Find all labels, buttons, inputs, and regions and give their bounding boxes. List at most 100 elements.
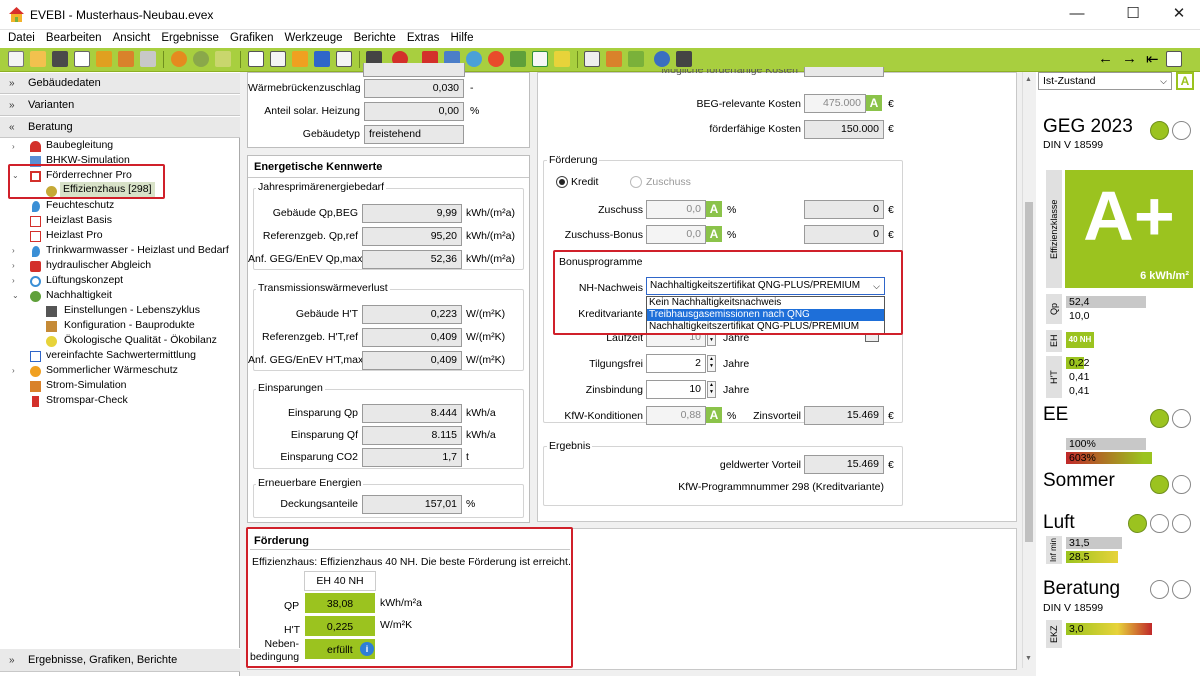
solar-value[interactable]: 0,00 [364, 102, 464, 121]
effizienzklasse-vlabel: Effizienzklasse [1046, 170, 1062, 288]
menu-datei[interactable]: Datei [4, 30, 39, 47]
zinsvorteil-value: 15.469 [804, 406, 884, 425]
waermebruecken-value[interactable]: 0,030 [364, 79, 464, 98]
ht-max-value: 0,409 [362, 351, 462, 370]
tree-item-einstellungen[interactable]: Einstellungen - Lebenszyklus [64, 303, 200, 318]
wizard-icon[interactable] [215, 51, 231, 67]
redo-icon[interactable] [193, 51, 209, 67]
sommer-title: Sommer [1043, 470, 1115, 491]
auto-a-icon[interactable]: A [706, 226, 722, 242]
zustand-dropdown[interactable]: Ist-Zustand ⌵ [1038, 72, 1172, 90]
auto-a-icon[interactable]: A [866, 95, 882, 111]
section-varianten[interactable]: » Varianten [0, 94, 240, 116]
menu-berichte[interactable]: Berichte [350, 30, 400, 47]
section-beratung[interactable]: «Beratung [0, 116, 240, 138]
gv-label: geldwerter Vorteil [719, 459, 801, 471]
minimize-button[interactable]: — [1062, 4, 1092, 24]
tree-item-sachwert[interactable]: vereinfachte Sachwertermittlung [46, 348, 196, 363]
right-summary-panel: Ist-Zustand ⌵ A GEG 2023 DIN V 18599 Effi… [1036, 72, 1200, 676]
gebaeudetyp-value[interactable]: freistehend [364, 125, 464, 144]
section-ergebnisse[interactable]: » Ergebnisse, Grafiken, Berichte [0, 648, 240, 672]
sun-icon[interactable] [488, 51, 504, 67]
help-icon[interactable] [654, 51, 670, 67]
export-icon[interactable] [96, 51, 112, 67]
zinsbindung-value[interactable]: 10 [646, 380, 706, 399]
import-icon[interactable] [118, 51, 134, 67]
close-button[interactable]: ✕ [1164, 4, 1194, 24]
tree-item-stromspar[interactable]: Stromspar-Check [46, 393, 128, 408]
eh-badge: 40 NH [1066, 332, 1094, 348]
tree-item-heizlast-basis[interactable]: Heizlast Basis [46, 213, 112, 228]
kfw-label: KfW-Konditionen [564, 410, 643, 422]
zuschuss-eur-unit: € [888, 204, 894, 216]
section-gebaeudedaten[interactable]: » Gebäudedaten [0, 72, 240, 94]
zuschuss-value[interactable]: 0,0 [646, 200, 706, 219]
tree-item-strom[interactable]: Strom-Simulation [46, 378, 127, 393]
plug-icon[interactable] [554, 51, 570, 67]
sigma-icon[interactable] [314, 51, 330, 67]
undo-icon[interactable] [171, 51, 187, 67]
grid-icon[interactable] [336, 51, 352, 67]
back-arrow-icon[interactable]: ← [1098, 50, 1113, 67]
auto-a-icon[interactable]: A [706, 407, 722, 423]
save-icon[interactable] [52, 51, 68, 67]
house-icon[interactable] [532, 51, 548, 67]
tree-item-nachhaltigkeit[interactable]: Nachhaltigkeit [46, 288, 112, 303]
tree-item-oekologisch[interactable]: Ökologische Qualität - Ökobilanz [64, 333, 217, 348]
menu-ergebnisse[interactable]: Ergebnisse [157, 30, 223, 47]
scrollbar-thumb[interactable] [1025, 202, 1033, 542]
document-icon[interactable] [248, 51, 264, 67]
tree-item-trinkwarmwasser[interactable]: Trinkwarmwasser - Heizlast und Bedarf [46, 243, 229, 258]
tilgung-value[interactable]: 2 [646, 354, 706, 373]
tools-icon [46, 306, 57, 317]
zinsbindung-spinner[interactable]: ▲ ▼ [707, 381, 716, 398]
zuschuss-radio[interactable] [630, 176, 642, 188]
window-title: EVEBI - Musterhaus-Neubau.evex [30, 8, 214, 22]
menu-ansicht[interactable]: Ansicht [109, 30, 155, 47]
settings-icon[interactable] [628, 51, 644, 67]
report-icon[interactable] [584, 51, 600, 67]
menu-bearbeiten[interactable]: Bearbeiten [42, 30, 106, 47]
auto-a-badge[interactable]: A [1176, 72, 1194, 90]
tree-item-baubegleitung[interactable]: Baubegleitung [46, 138, 113, 153]
copy-icon[interactable] [74, 51, 90, 67]
zinsbindung-label: Zinsbindung [585, 384, 643, 396]
menu-hilfe[interactable]: Hilfe [446, 30, 477, 47]
vertical-scrollbar[interactable]: ▲ ▼ [1022, 72, 1034, 668]
tree-item-feuchteschutz[interactable]: Feuchteschutz [46, 198, 114, 213]
pin-icon[interactable]: ⇤ [1146, 50, 1159, 68]
menu-extras[interactable]: Extras [403, 30, 444, 47]
menu-grafiken[interactable]: Grafiken [226, 30, 277, 47]
foerderung-summary-title: Förderung [254, 535, 309, 547]
leaf-icon[interactable] [510, 51, 526, 67]
calendar-icon[interactable] [676, 51, 692, 67]
menu-werkzeuge[interactable]: Werkzeuge [281, 30, 347, 47]
fan-icon[interactable] [466, 51, 482, 67]
tree-item-konfiguration[interactable]: Konfiguration - Bauprodukte [64, 318, 195, 333]
info-icon[interactable]: i [360, 642, 374, 656]
tilgung-unit: Jahre [723, 358, 750, 370]
tree-item-heizlast-pro[interactable]: Heizlast Pro [46, 228, 103, 243]
print-icon[interactable] [606, 51, 622, 67]
bonus-value[interactable]: 0,0 [646, 225, 706, 244]
tree-item-sommer[interactable]: Sommerlicher Wärmeschutz [46, 363, 178, 378]
new-file-icon[interactable] [8, 51, 24, 67]
open-folder-icon[interactable] [30, 51, 46, 67]
kredit-radio[interactable] [556, 176, 568, 188]
toolbar: ← → ⇤ [0, 48, 1200, 72]
edit-icon[interactable] [1166, 51, 1182, 67]
table-icon[interactable] [270, 51, 286, 67]
bonus-unit: % [727, 229, 737, 241]
demo-icon[interactable] [140, 51, 156, 67]
section-label: Ergebnisse, Grafiken, Berichte [28, 654, 178, 666]
auto-a-icon[interactable]: A [706, 201, 722, 217]
status-circle-green [1150, 475, 1169, 494]
sum-icon[interactable] [292, 51, 308, 67]
maximize-button[interactable]: ☐ [1118, 4, 1148, 24]
tilgung-spinner[interactable]: ▲ ▼ [707, 355, 716, 372]
kfw-value[interactable]: 0,88 [646, 406, 706, 425]
forward-arrow-icon[interactable]: → [1122, 50, 1137, 67]
tree-item-lueftung[interactable]: Lüftungskonzept [46, 273, 123, 288]
tree-item-hydraulisch[interactable]: hydraulischer Abgleich [46, 258, 151, 273]
beg-value[interactable]: 475.000 [804, 94, 866, 113]
